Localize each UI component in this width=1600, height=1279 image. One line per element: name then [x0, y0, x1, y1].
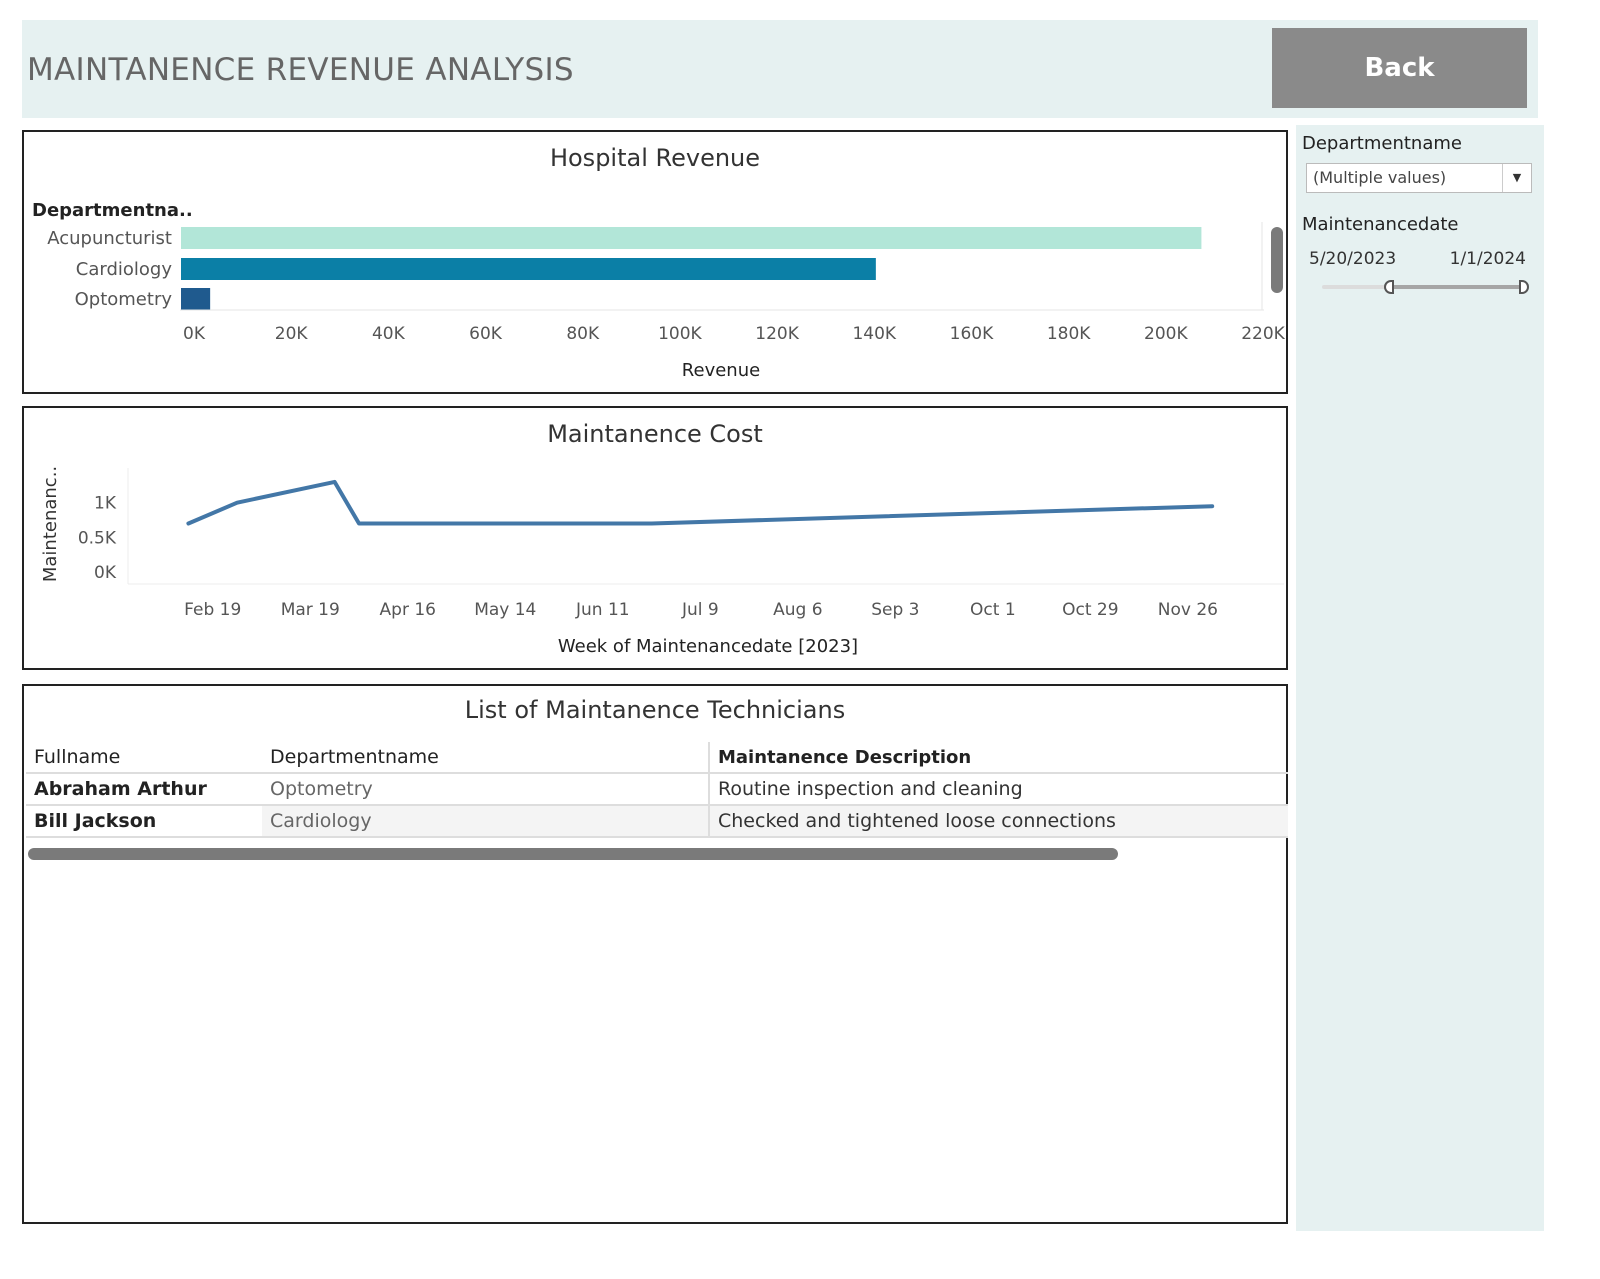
department-filter-dropdown[interactable]: (Multiple values) ▼	[1306, 163, 1532, 193]
maintanence-cost-panel: Maintanence Cost Maintenanc.. 0K 0.5K 1K F…	[22, 406, 1288, 670]
x-tick-label: 0K	[183, 324, 206, 344]
y-tick-label: 0K	[94, 563, 117, 583]
column-header-description[interactable]: Maintanence Description	[709, 742, 1288, 774]
x-tick-label: 80K	[566, 324, 600, 344]
date-filter-label: Maintenancedate	[1302, 214, 1459, 235]
x-tick-label: Nov 26	[1158, 600, 1218, 620]
x-tick-label: 40K	[372, 324, 406, 344]
x-tick-label: Sep 3	[871, 600, 919, 620]
cell-departmentname: Cardiology	[262, 805, 710, 838]
revenue-scrollbar[interactable]	[1271, 227, 1283, 293]
bar-category-label: Cardiology	[76, 259, 173, 280]
hospital-revenue-panel: Hospital Revenue Departmentna.. Acupunct…	[22, 130, 1288, 394]
bar-optometry	[181, 288, 211, 310]
cell-description: Checked and tightened loose connections	[709, 805, 1288, 838]
column-header-departmentname[interactable]: Departmentname	[262, 742, 710, 774]
cell-description: Routine inspection and cleaning	[709, 773, 1288, 806]
x-tick-label: 60K	[469, 324, 503, 344]
x-tick-label: Apr 16	[380, 600, 436, 620]
date-range-slider[interactable]	[1322, 280, 1529, 294]
revenue-row-header: Departmentna..	[32, 200, 193, 221]
technicians-table: Fullname Departmentname Maintanence Desc…	[26, 742, 1288, 838]
x-tick-label: Oct 1	[970, 600, 1016, 620]
x-tick-label: 100K	[658, 324, 702, 344]
x-tick-label: Aug 6	[773, 600, 822, 620]
y-tick-label: 1K	[94, 494, 117, 514]
bar-category-label: Optometry	[75, 289, 173, 310]
x-tick-label: Jul 9	[681, 600, 719, 620]
revenue-chart: Departmentna.. Acupuncturist Cardiology Op…	[32, 200, 1286, 381]
x-tick-label: 200K	[1144, 324, 1188, 344]
filter-sidebar: Departmentname (Multiple values) ▼ Maint…	[1296, 125, 1544, 1231]
bar-cardiology	[181, 258, 876, 280]
revenue-x-axis-label: Revenue	[682, 360, 760, 381]
table-horizontal-scrollbar[interactable]	[28, 848, 1118, 860]
cost-y-axis-label: Maintenanc..	[40, 466, 61, 582]
x-tick-label: Oct 29	[1062, 600, 1118, 620]
bar-acupuncturist	[181, 227, 1202, 249]
x-tick-label: Mar 19	[281, 600, 340, 620]
column-header-fullname[interactable]: Fullname	[26, 742, 262, 774]
x-tick-label: 140K	[852, 324, 896, 344]
bar-category-label: Acupuncturist	[47, 228, 172, 249]
back-button[interactable]: Back	[1272, 28, 1527, 108]
date-filter-start: 5/20/2023	[1309, 249, 1397, 269]
y-tick-label: 0.5K	[78, 528, 117, 548]
technicians-panel: List of Maintanence Technicians Fullname…	[22, 684, 1288, 1224]
table-header-row: Fullname Departmentname Maintanence Desc…	[26, 742, 1288, 774]
x-tick-label: 160K	[950, 324, 994, 344]
cost-series-line	[186, 479, 1215, 526]
department-filter-label: Departmentname	[1302, 133, 1462, 154]
x-tick-label: Jun 11	[575, 600, 630, 620]
table-row[interactable]: Abraham Arthur Optometry Routine inspect…	[26, 773, 1288, 806]
department-filter-value: (Multiple values)	[1313, 168, 1447, 187]
x-tick-label: 180K	[1047, 324, 1091, 344]
cell-fullname: Bill Jackson	[26, 805, 262, 838]
x-tick-label: 20K	[275, 324, 309, 344]
slider-end-handle[interactable]	[1519, 280, 1529, 294]
slider-start-handle[interactable]	[1383, 280, 1394, 294]
table-row[interactable]: Bill Jackson Cardiology Checked and tigh…	[26, 805, 1288, 838]
x-tick-label: 120K	[755, 324, 799, 344]
chevron-down-icon[interactable]: ▼	[1502, 164, 1531, 192]
slider-selected-range	[1388, 285, 1524, 289]
header-bar: MAINTANENCE REVENUE ANALYSIS Back	[22, 20, 1538, 118]
x-tick-label: 220K	[1241, 324, 1285, 344]
x-tick-label: Feb 19	[184, 600, 241, 620]
date-filter-end: 1/1/2024	[1449, 249, 1526, 269]
cost-chart: Maintenanc.. 0K 0.5K 1K Feb 19 Mar 19 Apr 16…	[40, 466, 1284, 657]
cost-x-axis-label: Week of Maintenancedate [2023]	[558, 636, 858, 657]
cell-fullname: Abraham Arthur	[26, 773, 262, 806]
technicians-title: List of Maintanence Technicians	[464, 696, 846, 724]
page-title: MAINTANENCE REVENUE ANALYSIS	[27, 52, 574, 88]
cell-departmentname: Optometry	[262, 773, 710, 806]
x-tick-label: May 14	[474, 600, 536, 620]
